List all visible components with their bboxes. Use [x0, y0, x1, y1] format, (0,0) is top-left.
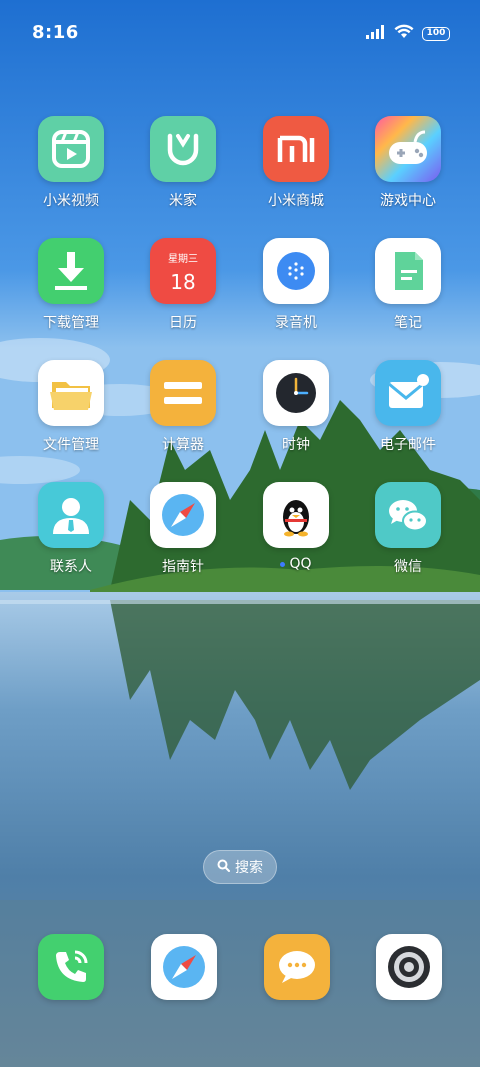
calculator-icon [150, 360, 216, 426]
app-label: 录音机 [275, 315, 317, 331]
search-icon [217, 859, 230, 876]
calendar-day: 18 [170, 270, 196, 294]
play-icon [38, 116, 104, 182]
app-label: QQ [240, 556, 352, 572]
app-label: 计算器 [162, 437, 204, 453]
compass-icon [150, 482, 216, 548]
wechat-icon [375, 482, 441, 548]
app-mi-store[interactable]: 小米商城 [240, 116, 352, 210]
app-label: 电子邮件 [380, 437, 436, 453]
app-label: 游戏中心 [380, 193, 436, 209]
app-label: 微信 [394, 559, 422, 575]
app-label: 下载管理 [43, 315, 99, 331]
app-label: 小米商城 [268, 193, 324, 209]
mail-icon [375, 360, 441, 426]
app-notes[interactable]: 笔记 [352, 238, 464, 332]
app-label: 文件管理 [43, 437, 99, 453]
dock-browser[interactable] [151, 934, 217, 1000]
app-label: 联系人 [50, 559, 92, 575]
app-label: 日历 [169, 315, 197, 331]
app-game-center[interactable]: 游戏中心 [352, 116, 464, 210]
app-qq[interactable]: QQ [240, 482, 352, 572]
app-download-manager[interactable]: 下载管理 [15, 238, 127, 332]
app-wechat[interactable]: 微信 [352, 482, 464, 576]
app-calculator[interactable]: 计算器 [127, 360, 239, 454]
status-icons: 100 [366, 24, 450, 43]
contact-icon [38, 482, 104, 548]
app-file-manager[interactable]: 文件管理 [15, 360, 127, 454]
mijia-icon [150, 116, 216, 182]
app-email[interactable]: 电子邮件 [352, 360, 464, 454]
app-label: 米家 [169, 193, 197, 209]
status-bar: 8:16 100 [0, 0, 480, 68]
status-time: 8:16 [32, 22, 79, 43]
dock-camera[interactable] [376, 934, 442, 1000]
app-label: 小米视频 [43, 193, 99, 209]
app-calendar[interactable]: 星期三 18 日历 [127, 238, 239, 332]
note-icon [375, 238, 441, 304]
microphone-icon [263, 238, 329, 304]
search-label: 搜索 [235, 860, 263, 876]
app-clock[interactable]: 时钟 [240, 360, 352, 454]
signal-icon [366, 24, 386, 43]
app-recorder[interactable]: 录音机 [240, 238, 352, 332]
app-mi-video[interactable]: 小米视频 [15, 116, 127, 210]
gamepad-icon [375, 116, 441, 182]
folder-icon [38, 360, 104, 426]
calendar-weekday: 星期三 [168, 254, 198, 265]
search-button[interactable]: 搜索 [203, 850, 277, 884]
download-icon [38, 238, 104, 304]
dock [0, 934, 480, 1000]
mi-logo-icon [263, 116, 329, 182]
app-compass[interactable]: 指南针 [127, 482, 239, 576]
app-label: 时钟 [282, 437, 310, 453]
battery-icon: 100 [422, 26, 450, 41]
app-label: 笔记 [394, 315, 422, 331]
dock-messages[interactable] [264, 934, 330, 1000]
dock-phone[interactable] [38, 934, 104, 1000]
calendar-icon: 星期三 18 [150, 238, 216, 304]
app-label: 指南针 [162, 559, 204, 575]
qq-penguin-icon [263, 482, 329, 548]
new-install-dot [280, 561, 286, 567]
wifi-icon [394, 24, 414, 43]
app-contacts[interactable]: 联系人 [15, 482, 127, 576]
clock-icon [263, 360, 329, 426]
app-mijia[interactable]: 米家 [127, 116, 239, 210]
